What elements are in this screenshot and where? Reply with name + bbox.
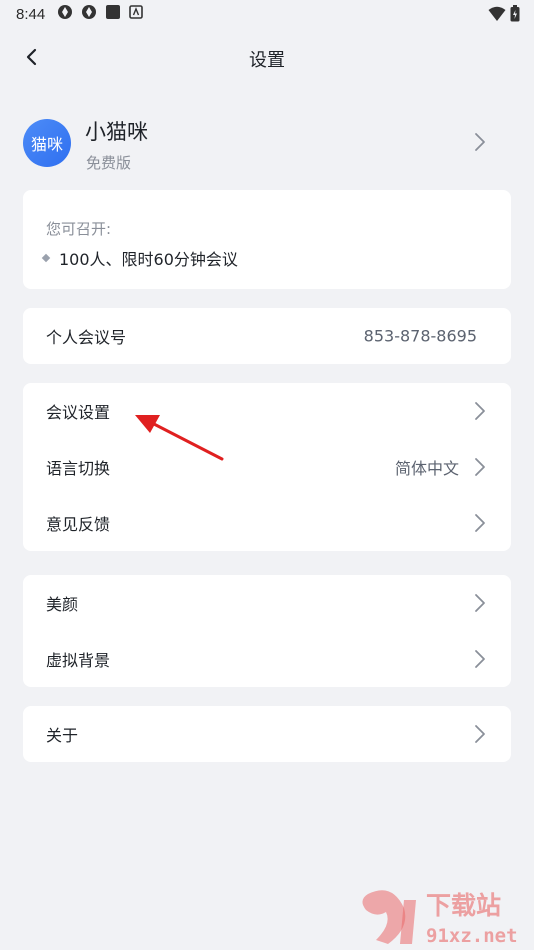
row-label: 美颜 [46,595,79,614]
chevron-right-icon [473,513,487,533]
profile-name: 小猫咪 [85,120,148,144]
page-title: 设置 [249,50,285,71]
avatar-text: 猫咪 [30,135,63,154]
row-feedback[interactable]: 意见反馈 [23,495,511,551]
personal-meeting-label: 个人会议号 [46,328,127,347]
chevron-right-icon [473,132,487,152]
capacity-item: 100人、限时60分钟会议 [41,246,238,270]
settings-group-1: 会议设置 语言切换 简体中文 意见反馈 [23,383,511,551]
row-label: 语言切换 [46,459,111,478]
wifi-icon [488,6,506,26]
annotation-arrow [130,410,230,468]
app-notification-icon [81,4,97,24]
keyboard-notification-icon [129,5,144,23]
personal-meeting-row[interactable]: 个人会议号 853-878-8695 [23,308,511,364]
row-label: 会议设置 [46,403,111,422]
settings-group-2: 美颜 虚拟背景 [23,575,511,687]
avatar: 猫咪 [23,119,71,167]
row-language[interactable]: 语言切换 简体中文 [23,439,511,495]
back-button[interactable] [18,45,46,73]
chevron-right-icon [473,401,487,421]
capacity-title: 您可召开: [46,220,112,238]
language-value: 简体中文 [394,459,459,478]
chevron-right-icon [473,593,487,613]
nav-bar: 设置 [0,36,534,82]
settings-group-3: 关于 [23,706,511,762]
watermark-domain: 91xz.net [426,925,518,947]
personal-meeting-card[interactable]: 个人会议号 853-878-8695 [23,308,511,364]
row-meeting-settings[interactable]: 会议设置 [23,383,511,439]
app-notification-icon [57,4,73,24]
row-label: 关于 [46,726,79,745]
personal-meeting-value: 853-878-8695 [363,326,477,346]
watermark-brand: 下载站 [426,891,501,920]
profile-plan: 免费版 [86,154,132,172]
watermark: 下载站 91xz.net [354,884,534,950]
battery-icon [510,5,520,26]
status-time: 8:44 [16,5,46,23]
square-notification-icon [105,4,121,24]
capacity-card: 您可召开: 100人、限时60分钟会议 [23,190,511,289]
chevron-right-icon [473,649,487,669]
profile-row[interactable]: 猫咪 小猫咪 免费版 [0,112,534,176]
back-arrow-icon [26,48,38,70]
chevron-right-icon [473,724,487,744]
chevron-right-icon [473,457,487,477]
capacity-item-text: 100人、限时60分钟会议 [59,250,238,269]
diamond-bullet-icon [41,253,51,263]
row-label: 意见反馈 [46,515,111,534]
row-label: 虚拟背景 [46,651,111,670]
row-beauty[interactable]: 美颜 [23,575,511,631]
row-virtual-background[interactable]: 虚拟背景 [23,631,511,687]
row-about[interactable]: 关于 [23,706,511,762]
status-bar: 8:44 [0,0,534,28]
status-right [488,5,520,26]
